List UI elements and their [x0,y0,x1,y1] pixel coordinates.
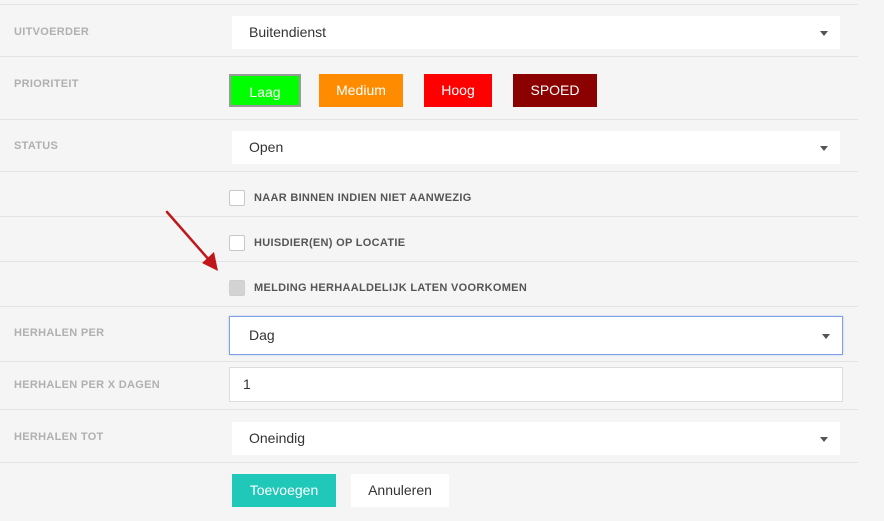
priority-button-label: SPOED [530,82,580,98]
uitvoerder-row: UITVOERDER Buitendienst [0,4,858,57]
herhalen-tot-label: HERHALEN TOT [14,431,104,443]
herhalen-per-value: Dag [249,327,275,343]
task-form: UITVOERDER Buitendienst PRIORITEIT Laag … [0,0,858,521]
checkbox-herhaaldelijk[interactable] [229,280,245,296]
checkbox-naar-binnen[interactable] [229,190,245,206]
chevron-down-icon [822,333,830,339]
checkbox-row-naar-binnen: NAAR BINNEN INDIEN NIET AANWEZIG [0,171,858,217]
priority-button-label: Hoog [441,82,475,98]
chevron-down-icon [820,436,828,442]
priority-button-laag[interactable]: Laag [229,74,301,107]
cancel-button[interactable]: Annuleren [351,474,449,507]
status-select[interactable]: Open [232,131,840,164]
chevron-down-icon [820,145,828,151]
checkbox-label-huisdier: HUISDIER(EN) OP LOCATIE [254,237,406,249]
herhalen-per-x-dagen-input[interactable]: 1 [229,367,843,402]
herhalen-per-label: HERHALEN PER [14,327,105,339]
herhalen-tot-value: Oneindig [249,430,306,446]
uitvoerder-select[interactable]: Buitendienst [232,16,840,49]
checkbox-huisdier[interactable] [229,235,245,251]
annotation-arrow-icon [165,210,218,271]
prioriteit-label: PRIORITEIT [14,78,79,90]
uitvoerder-label: UITVOERDER [14,26,90,38]
herhalen-tot-select[interactable]: Oneindig [232,422,840,455]
cancel-button-label: Annuleren [368,482,432,498]
uitvoerder-value: Buitendienst [249,24,327,40]
herhalen-tot-row: HERHALEN TOT Oneindig [0,409,858,463]
priority-button-label: Laag [249,84,281,100]
submit-button-label: Toevoegen [249,482,319,498]
herhalen-per-select[interactable]: Dag [229,316,843,355]
status-row: STATUS Open [0,119,858,172]
submit-button[interactable]: Toevoegen [232,474,336,507]
checkbox-label-herhaaldelijk: MELDING HERHAALDELIJK LATEN VOORKOMEN [254,282,528,294]
priority-button-hoog[interactable]: Hoog [424,74,492,107]
herhalen-per-row: HERHALEN PER Dag [0,306,858,362]
herhalen-per-x-dagen-label: HERHALEN PER X DAGEN [14,379,160,391]
herhalen-per-x-dagen-value: 1 [243,376,251,392]
priority-button-medium[interactable]: Medium [319,74,403,107]
checkbox-row-herhaaldelijk: MELDING HERHAALDELIJK LATEN VOORKOMEN [0,261,858,307]
priority-button-label: Medium [336,82,386,98]
checkbox-label-naar-binnen: NAAR BINNEN INDIEN NIET AANWEZIG [254,192,472,204]
status-value: Open [249,139,284,155]
status-label: STATUS [14,140,59,152]
chevron-down-icon [820,30,828,36]
checkbox-row-huisdier: HUISDIER(EN) OP LOCATIE [0,216,858,262]
priority-button-spoed[interactable]: SPOED [513,74,597,107]
